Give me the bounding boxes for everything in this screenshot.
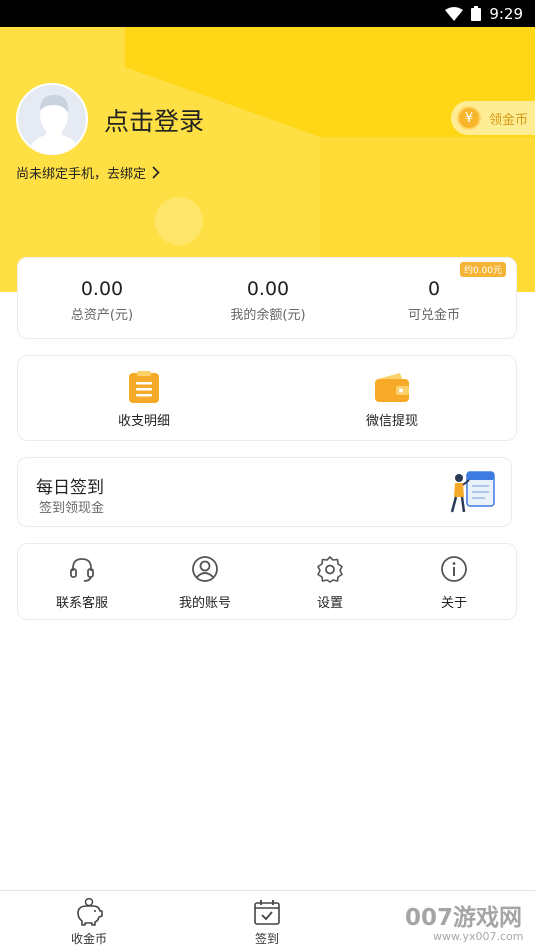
- user-circle-icon: [192, 556, 218, 582]
- header-bubble: [155, 197, 203, 245]
- collect-coins-label: 领金币: [489, 112, 529, 128]
- battery-icon: [471, 6, 482, 21]
- balance-stat[interactable]: 0.00 我的余额(元): [188, 278, 348, 323]
- wallet-icon: [375, 373, 409, 402]
- watermark-title: 007游戏网: [405, 905, 523, 931]
- tab-collect-coins[interactable]: 收金币: [29, 897, 149, 947]
- contact-support-button[interactable]: 联系客服: [32, 554, 132, 611]
- watermark-url: www.yx007.com: [433, 930, 524, 943]
- headset-icon: [70, 558, 94, 582]
- coin-icon: ¥: [457, 106, 481, 130]
- exchangeable-coins-stat[interactable]: 0 可兑金币: [354, 278, 514, 323]
- wechat-withdraw-button[interactable]: 微信提现: [292, 370, 492, 429]
- chevron-right-icon: [152, 166, 160, 179]
- piggy-bank-icon: [77, 898, 103, 926]
- site-watermark: 007游戏网 www.yx007.com: [405, 896, 530, 948]
- signin-illustration-icon: [450, 471, 495, 513]
- menu-label: 我的账号: [178, 596, 231, 611]
- status-time: 9:29: [489, 4, 523, 23]
- my-account-button[interactable]: 我的账号: [155, 554, 255, 611]
- service-menu-card: 联系客服 我的账号 设置 关于: [17, 543, 517, 620]
- wallet-menu-card: 收支明细 微信提现: [17, 355, 517, 441]
- settings-button[interactable]: 设置: [280, 554, 380, 611]
- daily-signin-card[interactable]: 每日签到 签到领现金: [17, 457, 512, 527]
- tab-label: 收金币: [70, 932, 107, 946]
- wifi-icon: [445, 6, 464, 21]
- stat-label: 可兑金币: [407, 308, 460, 323]
- calendar-check-icon: [254, 900, 280, 925]
- menu-label: 设置: [316, 596, 343, 611]
- stat-label: 我的余额(元): [230, 308, 306, 323]
- stat-value: 0.00: [246, 278, 290, 300]
- total-assets-stat[interactable]: 0.00 总资产(元): [22, 278, 182, 323]
- header-decoration: [0, 27, 320, 292]
- menu-label: 收支明细: [117, 414, 170, 429]
- coin-value-badge: 约0.00元: [459, 262, 506, 277]
- bind-phone-text: 尚未绑定手机，去绑定: [16, 167, 147, 182]
- tab-signin[interactable]: 签到: [207, 897, 327, 947]
- transaction-details-button[interactable]: 收支明细: [44, 370, 244, 429]
- bind-phone-link[interactable]: 尚未绑定手机，去绑定: [16, 163, 160, 182]
- list-icon: [129, 371, 159, 403]
- avatar[interactable]: [16, 83, 88, 155]
- stat-value: 0: [427, 278, 441, 300]
- menu-label: 关于: [440, 596, 467, 611]
- stat-label: 总资产(元): [70, 308, 134, 323]
- stat-value: 0.00: [80, 278, 124, 300]
- menu-label: 联系客服: [55, 596, 108, 611]
- signin-subtitle: 签到领现金: [39, 501, 105, 516]
- login-button[interactable]: 点击登录: [104, 102, 204, 138]
- profile-header: [0, 27, 535, 292]
- about-button[interactable]: 关于: [404, 554, 504, 611]
- assets-summary-card: 约0.00元 0.00 总资产(元) 0.00 我的余额(元) 0 可兑金币: [17, 257, 517, 339]
- status-bar: 9:29: [0, 0, 535, 27]
- tab-label: 签到: [254, 932, 279, 946]
- menu-label: 微信提现: [365, 414, 418, 429]
- signin-title: 每日签到: [36, 478, 104, 498]
- collect-coins-button[interactable]: ¥ 领金币: [451, 101, 535, 135]
- gear-icon: [317, 556, 343, 583]
- info-icon: [441, 556, 467, 582]
